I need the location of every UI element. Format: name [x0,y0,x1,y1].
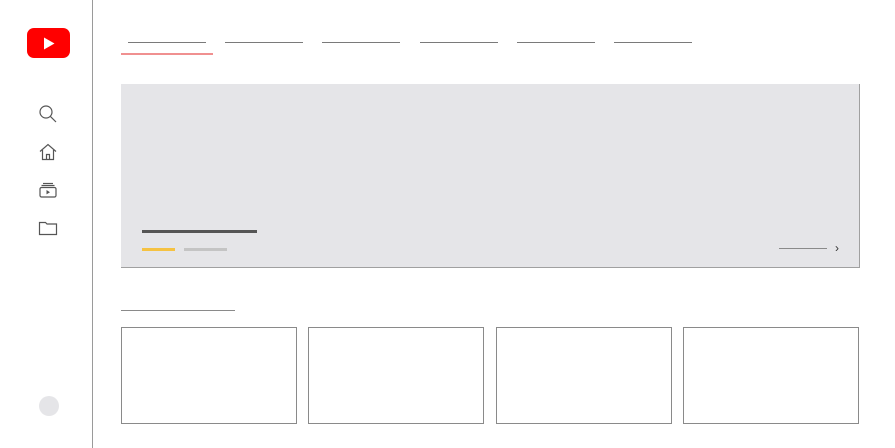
avatar[interactable] [39,396,59,416]
tab-label-placeholder [517,42,595,43]
tab-4[interactable] [420,32,498,46]
active-tab-indicator [121,53,213,55]
app-page: › [0,0,895,448]
video-card[interactable] [308,327,484,424]
search-icon[interactable] [38,104,58,124]
tab-1[interactable] [128,32,206,46]
see-more-link[interactable]: › [779,241,839,255]
tab-label-placeholder [128,42,206,43]
sidebar [0,0,93,448]
video-card[interactable] [683,327,859,424]
tab-label-placeholder [614,42,692,43]
carousel-indicator[interactable] [184,248,227,251]
youtube-logo-icon[interactable] [27,28,70,58]
library-folder-icon[interactable] [38,218,58,238]
chevron-right-icon: › [835,241,839,255]
subscriptions-icon[interactable] [38,180,58,200]
tab-5[interactable] [517,32,595,46]
tab-2[interactable] [225,32,303,46]
see-more-label-placeholder [779,247,827,249]
tab-3[interactable] [322,32,400,46]
home-icon[interactable] [38,142,58,162]
tab-label-placeholder [322,42,400,43]
tab-label-placeholder [420,42,498,43]
hero-banner[interactable]: › [121,84,860,268]
tab-label-placeholder [225,42,303,43]
video-card[interactable] [496,327,672,424]
section-heading-placeholder [121,310,235,311]
tab-6[interactable] [614,32,692,46]
carousel-indicator-active[interactable] [142,248,175,251]
video-card[interactable] [121,327,297,424]
hero-title-placeholder [142,230,257,233]
